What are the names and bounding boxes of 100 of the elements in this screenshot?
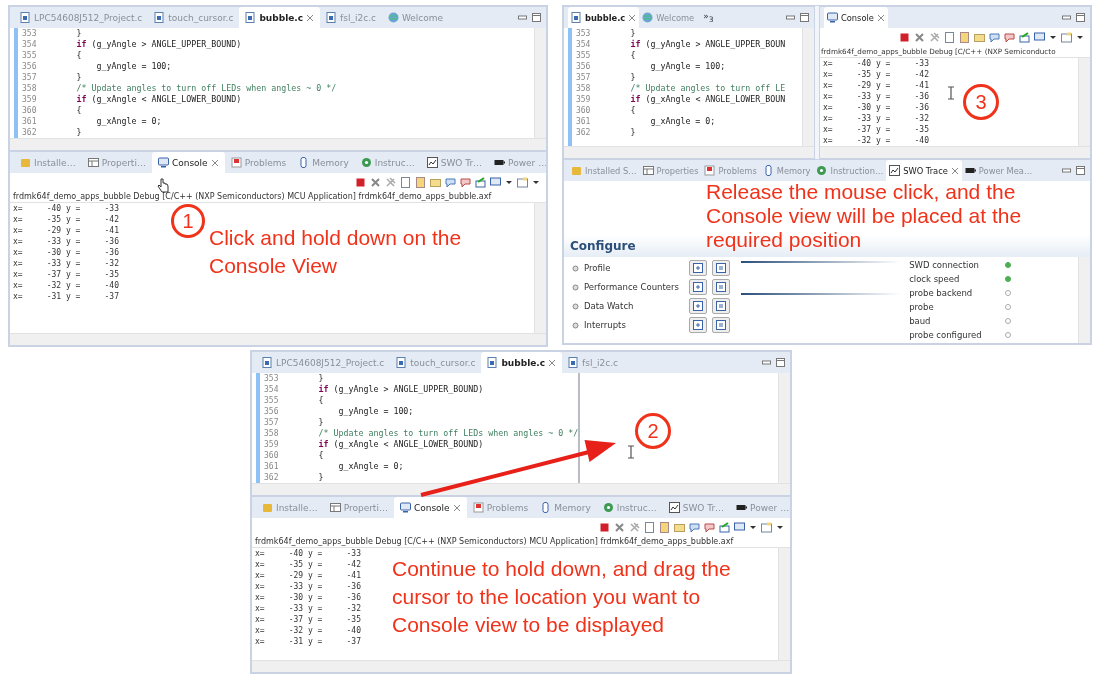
- vertical-scrollbar[interactable]: [534, 28, 546, 138]
- folder-icon[interactable]: [974, 31, 985, 43]
- maximize-icon[interactable]: [1076, 13, 1085, 22]
- folder-icon[interactable]: [674, 521, 685, 533]
- document-icon[interactable]: [944, 31, 955, 43]
- tab[interactable]: fsl_i2c.c: [320, 7, 382, 28]
- overflow-tabs[interactable]: »$_{3}$: [697, 11, 720, 24]
- tab[interactable]: touch_cursor.c: [148, 7, 240, 28]
- horizontal-scrollbar[interactable]: [252, 483, 790, 495]
- close-icon[interactable]: [628, 13, 637, 22]
- tab[interactable]: Problems: [701, 160, 760, 181]
- tab[interactable]: Properti…: [81, 152, 152, 173]
- vertical-scrollbar[interactable]: [534, 203, 546, 333]
- window-icon[interactable]: [517, 176, 528, 188]
- maximize-icon[interactable]: [1076, 166, 1085, 175]
- tab[interactable]: Power …: [730, 497, 790, 518]
- tab[interactable]: Properti…: [323, 497, 394, 518]
- tab[interactable]: fsl_i2c.c: [562, 352, 624, 373]
- add-button[interactable]: [689, 260, 707, 276]
- pin-icon[interactable]: [475, 176, 486, 188]
- close-icon[interactable]: [452, 503, 461, 512]
- radio-icon[interactable]: [572, 302, 579, 310]
- tab[interactable]: Console: [824, 7, 888, 28]
- vertical-scrollbar[interactable]: [802, 28, 814, 146]
- tab[interactable]: Console: [151, 152, 225, 173]
- tab[interactable]: Console: [393, 497, 467, 518]
- speech-bubble-icon[interactable]: [689, 521, 700, 533]
- tab[interactable]: bubble.c: [568, 7, 640, 28]
- tab[interactable]: Problems: [466, 497, 535, 518]
- tab[interactable]: Installe…: [14, 152, 82, 173]
- vertical-scrollbar[interactable]: [1078, 257, 1090, 343]
- horizontal-scrollbar[interactable]: [252, 660, 790, 672]
- minimize-icon[interactable]: [786, 13, 795, 22]
- list-button[interactable]: [712, 279, 730, 295]
- tab[interactable]: Memory: [534, 497, 597, 518]
- minimize-icon[interactable]: [518, 13, 527, 22]
- close-icon[interactable]: [306, 13, 315, 22]
- tab[interactable]: bubble.c: [239, 7, 321, 28]
- remove-all-icon[interactable]: [629, 521, 640, 533]
- monitor-icon[interactable]: [1034, 31, 1045, 43]
- list-button[interactable]: [712, 317, 730, 333]
- horizontal-scrollbar[interactable]: [10, 333, 546, 345]
- vertical-scrollbar[interactable]: [1078, 58, 1090, 146]
- tab[interactable]: LPC54608J512_Project.c: [14, 7, 149, 28]
- minimize-icon[interactable]: [1062, 13, 1071, 22]
- monitor-icon[interactable]: [490, 176, 501, 188]
- stop-icon[interactable]: [899, 31, 910, 43]
- close-icon[interactable]: [548, 358, 557, 367]
- tab[interactable]: Installe…: [256, 497, 324, 518]
- close-icon[interactable]: [950, 166, 959, 175]
- tab[interactable]: Problems: [224, 152, 293, 173]
- horizontal-scrollbar[interactable]: [564, 146, 814, 158]
- radio-icon[interactable]: [572, 321, 579, 329]
- list-button[interactable]: [712, 260, 730, 276]
- pin-icon[interactable]: [719, 521, 730, 533]
- tab[interactable]: Properties: [639, 160, 702, 181]
- tab[interactable]: touch_cursor.c: [390, 352, 482, 373]
- tab[interactable]: Welcome: [381, 7, 450, 28]
- horizontal-scrollbar[interactable]: [10, 138, 546, 150]
- maximize-icon[interactable]: [800, 13, 809, 22]
- remove-all-icon[interactable]: [385, 176, 396, 188]
- document-icon[interactable]: [400, 176, 411, 188]
- document-icon[interactable]: [415, 176, 426, 188]
- tab[interactable]: SWO Tr…: [662, 497, 731, 518]
- document-icon[interactable]: [659, 521, 670, 533]
- document-icon[interactable]: [644, 521, 655, 533]
- vertical-scrollbar[interactable]: [778, 373, 790, 483]
- tab[interactable]: Installed S…: [568, 160, 640, 181]
- remove-all-icon[interactable]: [929, 31, 940, 43]
- tab[interactable]: Power Mea…: [961, 160, 1036, 181]
- remove-icon[interactable]: [614, 521, 625, 533]
- pin-icon[interactable]: [1019, 31, 1030, 43]
- speech-bubble-icon[interactable]: [1004, 31, 1015, 43]
- minimize-icon[interactable]: [762, 358, 771, 367]
- vertical-scrollbar[interactable]: [778, 548, 790, 660]
- remove-icon[interactable]: [370, 176, 381, 188]
- document-icon[interactable]: [959, 31, 970, 43]
- list-button[interactable]: [712, 298, 730, 314]
- add-button[interactable]: [689, 279, 707, 295]
- monitor-icon[interactable]: [734, 521, 745, 533]
- tab[interactable]: SWO Trace: [886, 160, 962, 181]
- stop-icon[interactable]: [355, 176, 366, 188]
- tab[interactable]: Memory: [759, 160, 814, 181]
- remove-icon[interactable]: [914, 31, 925, 43]
- tab[interactable]: Power …: [488, 152, 546, 173]
- speech-bubble-icon[interactable]: [704, 521, 715, 533]
- close-icon[interactable]: [210, 158, 219, 167]
- speech-bubble-icon[interactable]: [989, 31, 1000, 43]
- minimize-icon[interactable]: [1062, 166, 1071, 175]
- maximize-icon[interactable]: [776, 358, 785, 367]
- radio-icon[interactable]: [572, 264, 579, 272]
- tab[interactable]: SWO Tr…: [420, 152, 489, 173]
- maximize-icon[interactable]: [532, 13, 541, 22]
- radio-icon[interactable]: [572, 283, 579, 291]
- tab[interactable]: Instruction…: [813, 160, 887, 181]
- speech-bubble-icon[interactable]: [460, 176, 471, 188]
- window-icon[interactable]: [1061, 31, 1072, 43]
- tab[interactable]: Memory: [292, 152, 355, 173]
- tab[interactable]: LPC54608J512_Project.c: [256, 352, 391, 373]
- window-icon[interactable]: [761, 521, 772, 533]
